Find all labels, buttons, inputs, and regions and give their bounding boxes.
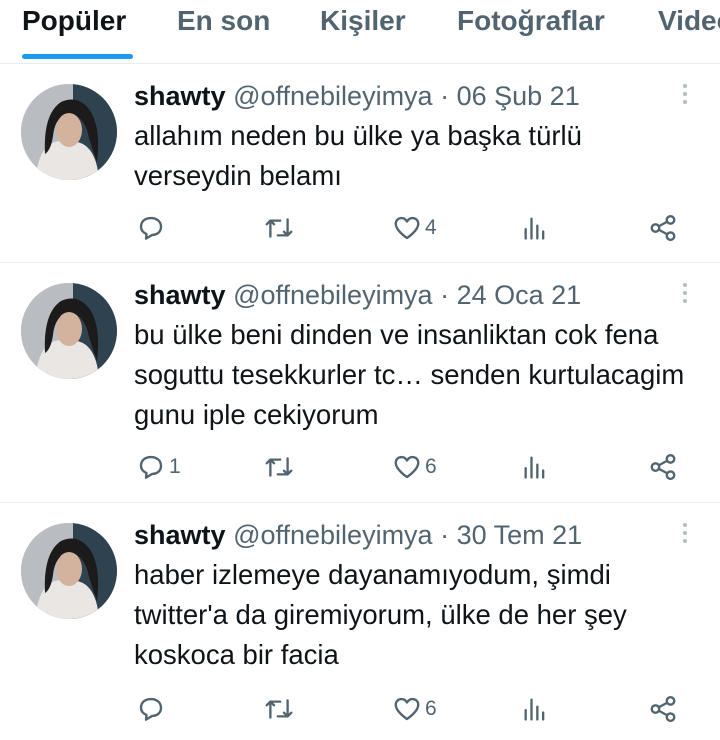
share-button[interactable] (648, 691, 678, 727)
retweet-icon (265, 699, 293, 719)
retweet-button[interactable] (263, 691, 298, 727)
like-button[interactable]: 6 (392, 449, 437, 485)
like-button[interactable]: 4 (392, 210, 437, 246)
heart-icon (394, 697, 420, 721)
tab-videos[interactable]: Videolar (658, 4, 720, 38)
tweet[interactable]: shawty @offnebileyimya · 06 Şub 21 allah… (0, 64, 720, 263)
like-button[interactable]: 6 (392, 691, 437, 727)
tweet-actions: 4 (0, 210, 720, 246)
more-vertical-icon[interactable] (676, 523, 694, 551)
tab-latest[interactable]: En son (177, 4, 270, 38)
analytics-icon (524, 698, 545, 721)
tweet-header: shawty @offnebileyimya · 06 Şub 21 (134, 80, 580, 112)
like-count: 4 (425, 216, 437, 239)
reply-button[interactable] (136, 210, 169, 246)
more-vertical-icon[interactable] (676, 283, 694, 311)
heart-icon (394, 216, 420, 240)
author-handle[interactable]: @offnebileyimya (233, 81, 433, 111)
tweet-date[interactable]: 30 Tem 21 (457, 520, 583, 550)
heart-icon (394, 455, 420, 479)
tab-people[interactable]: Kişiler (320, 4, 406, 38)
author-handle[interactable]: @offnebileyimya (233, 280, 433, 310)
tweet-date[interactable]: 24 Oca 21 (457, 280, 582, 310)
tab-photos[interactable]: Fotoğraflar (457, 4, 605, 38)
reply-icon (139, 455, 163, 479)
tweet-header: shawty @offnebileyimya · 30 Tem 21 (134, 519, 582, 551)
reply-icon (139, 216, 163, 240)
analytics-icon (524, 456, 545, 479)
tweet-text: allahım neden bu ülke ya başka türlü ver… (134, 120, 582, 191)
separator-dot: · (440, 520, 450, 550)
avatar[interactable] (21, 283, 117, 379)
tweet-date[interactable]: 06 Şub 21 (457, 81, 580, 111)
share-icon (650, 695, 676, 723)
more-vertical-icon[interactable] (676, 84, 694, 112)
active-tab-indicator (22, 54, 133, 59)
analytics-button[interactable] (521, 210, 549, 246)
author-name[interactable]: shawty (134, 520, 226, 550)
reply-count: 1 (169, 455, 181, 478)
share-icon (650, 214, 676, 242)
share-icon (650, 453, 676, 481)
reply-button[interactable]: 1 (136, 449, 181, 485)
tweet-actions: 6 (0, 691, 720, 727)
analytics-button[interactable] (521, 691, 549, 727)
author-handle[interactable]: @offnebileyimya (233, 520, 433, 550)
like-count: 6 (425, 697, 437, 720)
reply-button[interactable] (136, 691, 169, 727)
author-name[interactable]: shawty (134, 81, 226, 111)
separator-dot: · (440, 280, 450, 310)
tweet-text: haber izlemeye dayanamıyodum, şimdi twit… (134, 559, 627, 670)
separator-dot: · (440, 81, 450, 111)
author-name[interactable]: shawty (134, 280, 226, 310)
tweet-header: shawty @offnebileyimya · 24 Oca 21 (134, 279, 581, 311)
search-tabs: Popüler En son Kişiler Fotoğraflar Video… (0, 0, 720, 64)
tab-popular[interactable]: Popüler (22, 4, 126, 38)
retweet-icon (265, 218, 293, 238)
retweet-icon (265, 457, 293, 477)
reply-icon (139, 697, 163, 721)
analytics-icon (524, 217, 545, 240)
tweet-actions: 1 6 (0, 449, 720, 485)
tweet[interactable]: shawty @offnebileyimya · 24 Oca 21 bu ül… (0, 263, 720, 503)
retweet-button[interactable] (263, 210, 298, 246)
tweet-text: bu ülke beni dinden ve insanliktan cok f… (134, 319, 685, 430)
like-count: 6 (425, 455, 437, 478)
retweet-button[interactable] (263, 449, 298, 485)
avatar[interactable] (21, 523, 117, 619)
avatar[interactable] (21, 84, 117, 180)
tweet[interactable]: shawty @offnebileyimya · 30 Tem 21 haber… (0, 503, 720, 740)
share-button[interactable] (648, 210, 678, 246)
share-button[interactable] (648, 449, 678, 485)
analytics-button[interactable] (521, 449, 549, 485)
